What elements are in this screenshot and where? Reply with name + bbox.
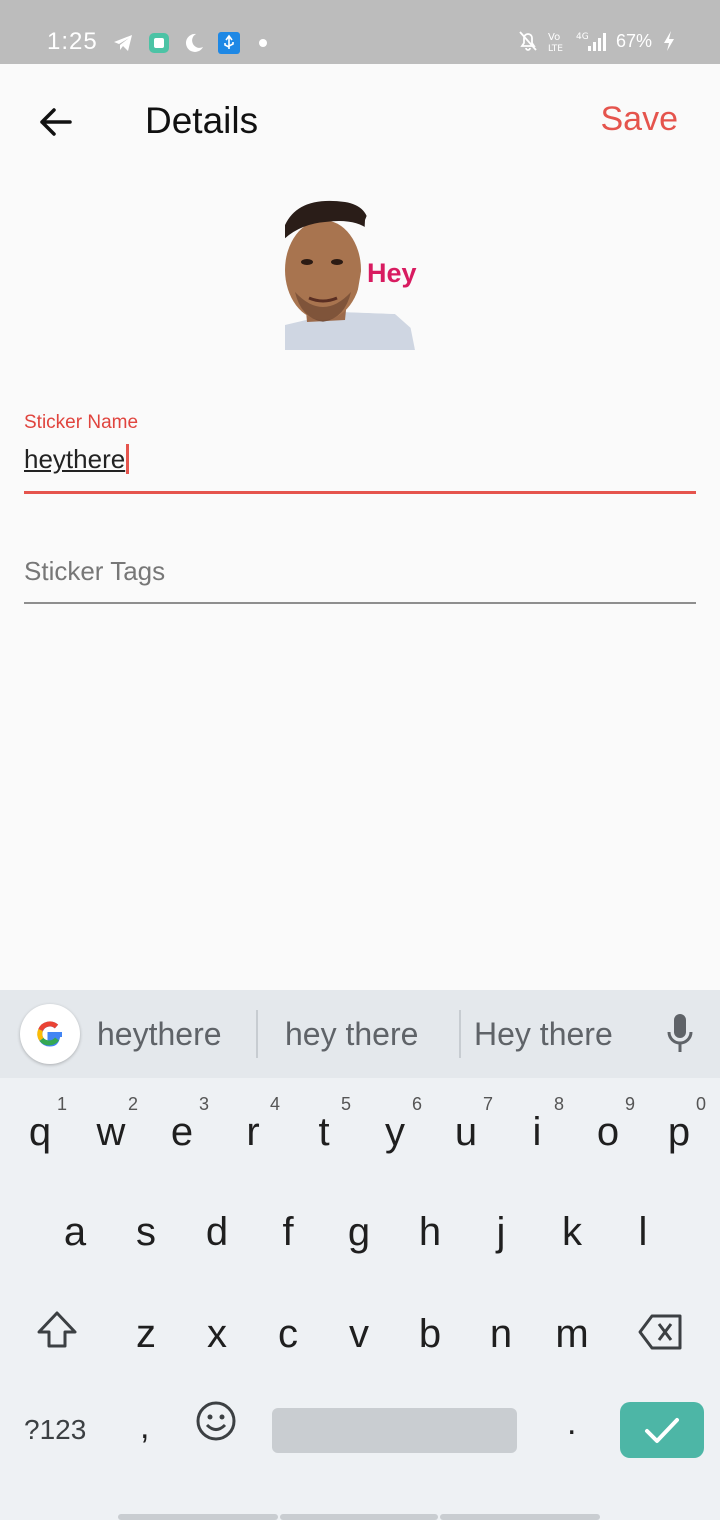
checkmark-icon <box>645 1418 679 1443</box>
key-f[interactable]: f <box>253 1188 323 1278</box>
mute-icon <box>519 31 537 51</box>
svg-text:4G: 4G <box>576 32 589 42</box>
app-icon <box>149 33 169 53</box>
key-a[interactable]: a <box>40 1188 110 1278</box>
dot-icon <box>259 39 267 47</box>
key-c[interactable]: c <box>253 1290 323 1380</box>
sticker-tags-field[interactable]: Sticker Tags <box>24 550 696 604</box>
backspace-key-icon[interactable] <box>638 1312 684 1352</box>
sticker-caption: Hey <box>367 258 417 288</box>
app-bar: Details Save <box>0 64 720 176</box>
status-bar: 1:25 Vo LTE 4G 67% <box>0 0 720 64</box>
svg-text:Vo: Vo <box>548 32 560 43</box>
suggestion-divider <box>256 1010 258 1058</box>
keyboard: heythere hey there Hey there q1 w2 e3 r4… <box>0 990 720 1520</box>
sticker-name-label: Sticker Name <box>24 412 139 433</box>
key-g[interactable]: g <box>324 1188 394 1278</box>
charging-icon <box>664 31 674 51</box>
comma-key[interactable]: , <box>140 1408 149 1447</box>
key-i[interactable]: i8 <box>502 1088 572 1178</box>
suggestion-2[interactable]: hey there <box>285 1016 418 1053</box>
suggestion-1[interactable]: heythere <box>97 1016 222 1053</box>
key-e[interactable]: e3 <box>147 1088 217 1178</box>
shift-key-icon[interactable] <box>34 1308 80 1354</box>
navigation-bar <box>0 1490 720 1520</box>
sticker-name-field[interactable]: Sticker Name heythere <box>24 412 696 494</box>
sticker-name-input[interactable]: heythere <box>24 444 130 475</box>
back-arrow-icon[interactable] <box>36 102 76 142</box>
moon-icon <box>185 33 203 52</box>
key-j[interactable]: j <box>466 1188 536 1278</box>
suggestion-divider <box>459 1010 461 1058</box>
sticker-name-value: heythere <box>24 444 126 474</box>
microphone-icon[interactable] <box>664 1012 696 1056</box>
page-title: Details <box>145 100 259 141</box>
key-u[interactable]: u7 <box>431 1088 501 1178</box>
text-caret <box>126 444 130 474</box>
key-p[interactable]: p0 <box>644 1088 714 1178</box>
key-w[interactable]: w2 <box>76 1088 146 1178</box>
emoji-key-icon[interactable] <box>195 1400 237 1442</box>
signal-4g-icon: 4G <box>576 32 606 51</box>
key-m[interactable]: m <box>537 1290 607 1380</box>
key-n[interactable]: n <box>466 1290 536 1380</box>
symbols-key[interactable]: ?123 <box>24 1414 86 1446</box>
google-logo-button[interactable] <box>20 1004 80 1064</box>
key-b[interactable]: b <box>395 1290 465 1380</box>
sticker-preview: Hey <box>285 200 417 350</box>
telegram-icon <box>114 35 132 51</box>
suggestion-strip: heythere hey there Hey there <box>0 990 720 1078</box>
key-k[interactable]: k <box>537 1188 607 1278</box>
key-o[interactable]: o9 <box>573 1088 643 1178</box>
key-l[interactable]: l <box>608 1188 678 1278</box>
suggestion-3[interactable]: Hey there <box>474 1016 613 1053</box>
key-r[interactable]: r4 <box>218 1088 288 1178</box>
key-h[interactable]: h <box>395 1188 465 1278</box>
key-v[interactable]: v <box>324 1290 394 1380</box>
nav-handle[interactable] <box>118 1514 278 1520</box>
key-t[interactable]: t5 <box>289 1088 359 1178</box>
key-s[interactable]: s <box>111 1188 181 1278</box>
key-d[interactable]: d <box>182 1188 252 1278</box>
battery-percent: 67% <box>615 30 652 51</box>
key-x[interactable]: x <box>182 1290 252 1380</box>
key-z[interactable]: z <box>111 1290 181 1380</box>
key-q[interactable]: q1 <box>5 1088 75 1178</box>
period-key[interactable]: . <box>567 1404 576 1443</box>
nav-handle[interactable] <box>440 1514 600 1520</box>
save-button[interactable]: Save <box>601 100 679 139</box>
volte-icon: Vo LTE <box>548 32 563 52</box>
key-y[interactable]: y6 <box>360 1088 430 1178</box>
enter-key[interactable] <box>620 1402 704 1458</box>
google-g-icon <box>37 1021 62 1047</box>
space-bar[interactable] <box>272 1408 517 1453</box>
sticker-tags-placeholder: Sticker Tags <box>24 556 166 586</box>
svg-text:LTE: LTE <box>548 44 563 52</box>
nav-handle[interactable] <box>280 1514 438 1520</box>
status-right: Vo LTE 4G 67% <box>518 30 676 52</box>
status-time: 1:25 <box>47 28 98 55</box>
usb-icon <box>218 32 240 54</box>
